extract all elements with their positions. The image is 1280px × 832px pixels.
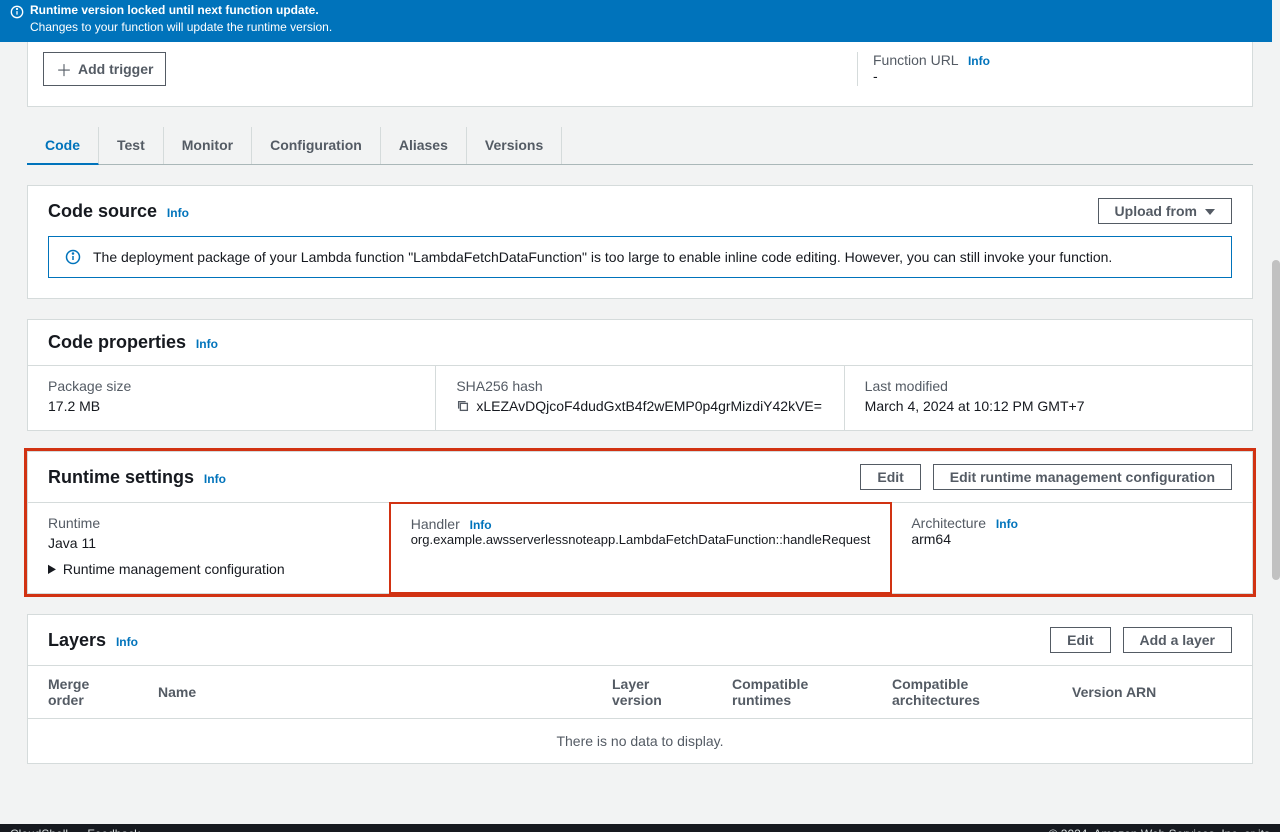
runtime-settings-title: Runtime settings — [48, 467, 194, 487]
tab-configuration[interactable]: Configuration — [252, 127, 381, 164]
add-trigger-label: Add trigger — [78, 61, 153, 77]
add-trigger-button[interactable]: ＋ Add trigger — [43, 52, 166, 86]
alert-text: The deployment package of your Lambda fu… — [93, 249, 1112, 265]
plus-icon: ＋ — [56, 57, 72, 81]
layers-section: Layers Info Edit Add a layer Merge order… — [27, 614, 1253, 764]
upload-from-button[interactable]: Upload from — [1098, 198, 1232, 224]
code-properties-section: Code properties Info Package size 17.2 M… — [27, 319, 1253, 431]
tab-versions[interactable]: Versions — [467, 127, 562, 164]
runtime-settings-section: Runtime settings Info Edit Edit runtime … — [27, 451, 1253, 594]
col-compatible-architectures: Compatible architectures — [872, 666, 1052, 719]
edit-rmc-button[interactable]: Edit runtime management configuration — [933, 464, 1232, 490]
tab-monitor[interactable]: Monitor — [164, 127, 252, 164]
architecture-label: Architecture — [911, 515, 986, 531]
architecture-info-link[interactable]: Info — [996, 517, 1018, 531]
layers-title: Layers — [48, 630, 106, 650]
banner-subtitle: Changes to your function will update the… — [30, 20, 332, 34]
package-size-label: Package size — [48, 378, 415, 394]
function-url-value: - — [873, 68, 1237, 84]
function-tabs: Code Test Monitor Configuration Aliases … — [27, 127, 1253, 165]
add-layer-button[interactable]: Add a layer — [1123, 627, 1232, 653]
footer-copyright: © 2024, Amazon Web Services, Inc. or its — [1049, 827, 1270, 829]
function-url-label: Function URL — [873, 52, 958, 68]
code-source-title: Code source — [48, 201, 157, 221]
handler-value: org.example.awsserverlessnoteapp.LambdaF… — [411, 532, 871, 547]
function-url-info-link[interactable]: Info — [968, 54, 990, 68]
rmc-details[interactable]: Runtime management configuration — [48, 551, 369, 577]
code-source-info-link[interactable]: Info — [167, 206, 189, 220]
last-modified-label: Last modified — [865, 378, 1232, 394]
banner-title: Runtime version locked until next functi… — [30, 3, 332, 17]
architecture-value: arm64 — [911, 531, 1232, 547]
copy-icon[interactable] — [456, 399, 470, 413]
info-icon — [65, 249, 81, 265]
handler-label: Handler — [411, 516, 460, 532]
code-properties-title: Code properties — [48, 332, 186, 352]
col-merge-order: Merge order — [28, 666, 138, 719]
edit-runtime-button[interactable]: Edit — [860, 464, 920, 490]
info-icon — [10, 5, 24, 19]
cloudshell-link[interactable]: CloudShell — [10, 827, 68, 832]
runtime-label: Runtime — [48, 515, 369, 531]
package-too-large-alert: The deployment package of your Lambda fu… — [48, 236, 1232, 278]
scrollbar-thumb[interactable] — [1272, 260, 1280, 580]
rmc-summary[interactable]: Runtime management configuration — [48, 551, 369, 577]
runtime-value: Java 11 — [48, 535, 369, 551]
last-modified-value: March 4, 2024 at 10:12 PM GMT+7 — [865, 398, 1232, 414]
layers-empty: There is no data to display. — [28, 719, 1252, 764]
layers-table: Merge order Name Layer version Compatibl… — [28, 665, 1252, 763]
code-source-section: Code source Info Upload from The deploym… — [27, 185, 1253, 299]
runtime-lock-banner: Runtime version locked until next functi… — [0, 0, 1280, 42]
code-properties-info-link[interactable]: Info — [196, 337, 218, 351]
edit-layers-button[interactable]: Edit — [1050, 627, 1110, 653]
tab-test[interactable]: Test — [99, 127, 164, 164]
sha-value: xLEZAvDQjcoF4dudGxtB4f2wEMP0p4grMizdiY42… — [476, 398, 822, 414]
tab-code[interactable]: Code — [27, 127, 99, 165]
sha-label: SHA256 hash — [456, 378, 823, 394]
layers-info-link[interactable]: Info — [116, 635, 138, 649]
col-version-arn: Version ARN — [1052, 666, 1252, 719]
col-name: Name — [138, 666, 592, 719]
handler-info-link[interactable]: Info — [470, 518, 492, 532]
scrollbar-track[interactable] — [1272, 0, 1280, 759]
footer-bar: CloudShell Feedback © 2024, Amazon Web S… — [0, 824, 1280, 832]
package-size-value: 17.2 MB — [48, 398, 415, 414]
tab-aliases[interactable]: Aliases — [381, 127, 467, 164]
runtime-settings-info-link[interactable]: Info — [204, 472, 226, 486]
col-compatible-runtimes: Compatible runtimes — [712, 666, 872, 719]
feedback-link[interactable]: Feedback — [87, 827, 140, 832]
col-layer-version: Layer version — [592, 666, 712, 719]
